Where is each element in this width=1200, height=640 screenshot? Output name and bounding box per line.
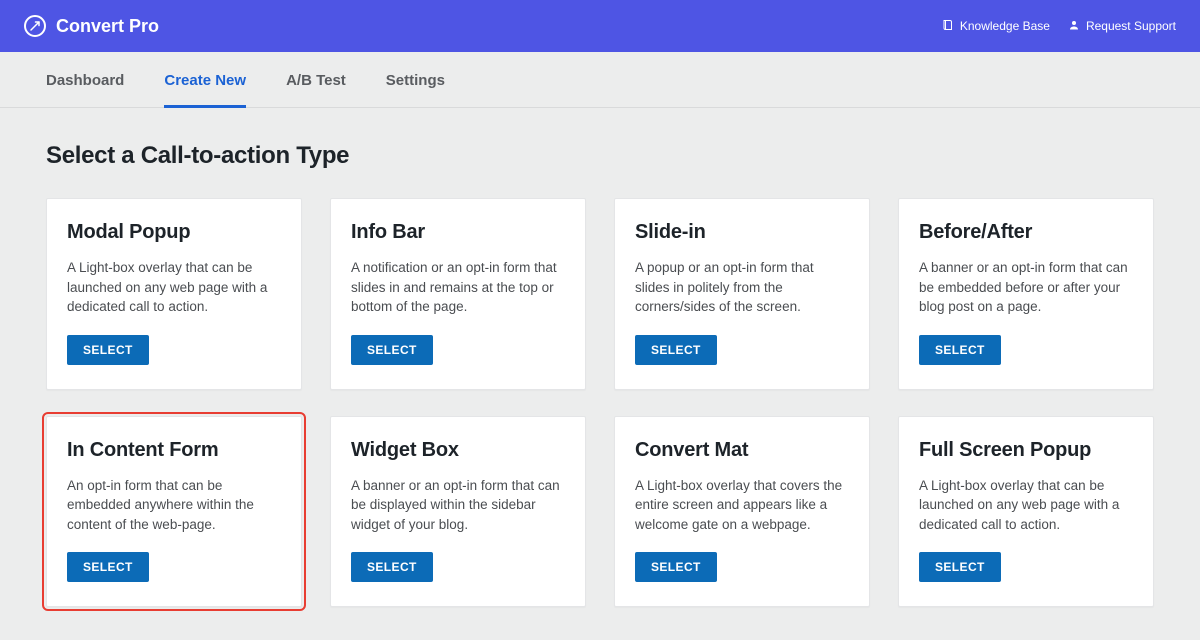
- select-button[interactable]: SELECT: [919, 552, 1001, 582]
- knowledge-base-label: Knowledge Base: [960, 19, 1050, 33]
- card-title: Modal Popup: [67, 221, 281, 244]
- card-full-screen-popup: Full Screen Popup A Light-box overlay th…: [898, 416, 1154, 608]
- card-in-content-form: In Content Form An opt-in form that can …: [46, 416, 302, 608]
- brand-logo-icon: [24, 15, 46, 37]
- card-title: Before/After: [919, 221, 1133, 244]
- request-support-label: Request Support: [1086, 19, 1176, 33]
- card-modal-popup: Modal Popup A Light-box overlay that can…: [46, 198, 302, 390]
- topbar: Convert Pro Knowledge Base Request Suppo…: [0, 0, 1200, 52]
- page: Select a Call-to-action Type Modal Popup…: [0, 108, 1200, 637]
- card-desc: A notification or an opt-in form that sl…: [351, 258, 565, 317]
- card-title: Info Bar: [351, 221, 565, 244]
- brand-text: Convert Pro: [56, 16, 159, 37]
- select-button[interactable]: SELECT: [635, 552, 717, 582]
- tab-create-new[interactable]: Create New: [164, 52, 246, 108]
- select-button[interactable]: SELECT: [635, 335, 717, 365]
- select-button[interactable]: SELECT: [351, 552, 433, 582]
- tab-label: Settings: [386, 72, 445, 89]
- knowledge-base-link[interactable]: Knowledge Base: [942, 19, 1050, 34]
- card-desc: A popup or an opt-in form that slides in…: [635, 258, 849, 317]
- card-convert-mat: Convert Mat A Light-box overlay that cov…: [614, 416, 870, 608]
- select-button[interactable]: SELECT: [919, 335, 1001, 365]
- select-button[interactable]: SELECT: [67, 552, 149, 582]
- book-icon: [942, 19, 954, 34]
- tabbar: Dashboard Create New A/B Test Settings: [0, 52, 1200, 108]
- select-button[interactable]: SELECT: [67, 335, 149, 365]
- tab-label: Create New: [164, 72, 246, 89]
- card-title: Full Screen Popup: [919, 439, 1133, 462]
- card-title: In Content Form: [67, 439, 281, 462]
- user-icon: [1068, 19, 1080, 34]
- card-title: Widget Box: [351, 439, 565, 462]
- card-desc: A banner or an opt-in form that can be e…: [919, 258, 1133, 317]
- card-title: Convert Mat: [635, 439, 849, 462]
- select-button[interactable]: SELECT: [351, 335, 433, 365]
- card-title: Slide-in: [635, 221, 849, 244]
- card-widget-box: Widget Box A banner or an opt-in form th…: [330, 416, 586, 608]
- brand: Convert Pro: [24, 15, 159, 37]
- cta-grid: Modal Popup A Light-box overlay that can…: [46, 198, 1154, 607]
- tab-label: A/B Test: [286, 72, 346, 89]
- tab-settings[interactable]: Settings: [386, 52, 445, 108]
- card-desc: A banner or an opt-in form that can be d…: [351, 476, 565, 535]
- card-info-bar: Info Bar A notification or an opt-in for…: [330, 198, 586, 390]
- card-desc: A Light-box overlay that covers the enti…: [635, 476, 849, 535]
- card-slide-in: Slide-in A popup or an opt-in form that …: [614, 198, 870, 390]
- request-support-link[interactable]: Request Support: [1068, 19, 1176, 34]
- card-before-after: Before/After A banner or an opt-in form …: [898, 198, 1154, 390]
- card-desc: A Light-box overlay that can be launched…: [919, 476, 1133, 535]
- page-title: Select a Call-to-action Type: [46, 142, 1154, 170]
- card-desc: A Light-box overlay that can be launched…: [67, 258, 281, 317]
- tab-dashboard[interactable]: Dashboard: [46, 52, 124, 108]
- tab-label: Dashboard: [46, 72, 124, 89]
- tab-ab-test[interactable]: A/B Test: [286, 52, 346, 108]
- card-desc: An opt-in form that can be embedded anyw…: [67, 476, 281, 535]
